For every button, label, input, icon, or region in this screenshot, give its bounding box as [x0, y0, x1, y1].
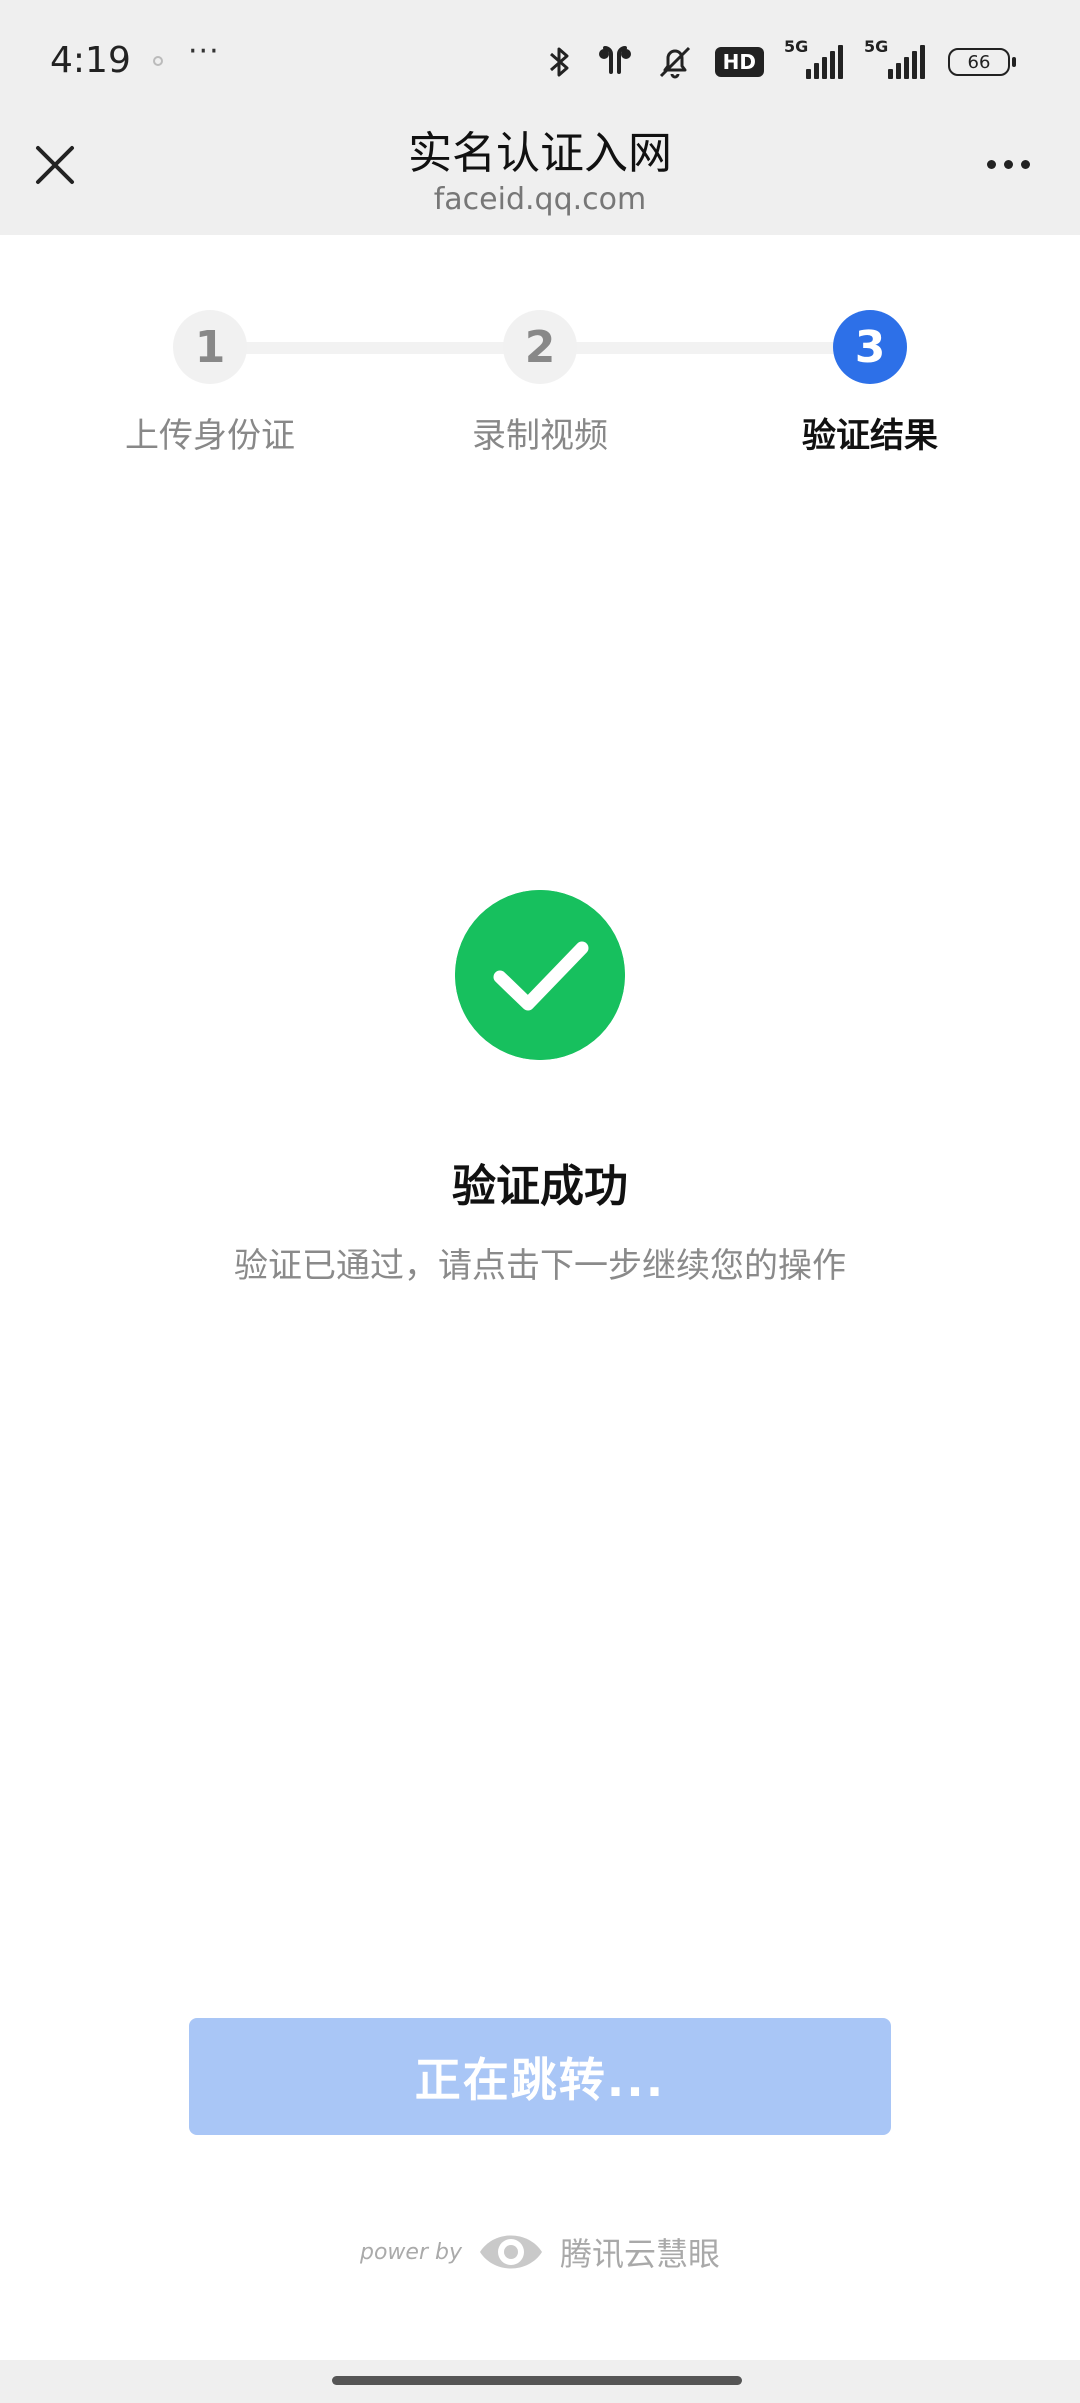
status-icons: HD 5G 5G 66	[545, 37, 1016, 82]
more-dot	[1021, 160, 1030, 169]
earbuds-icon	[598, 46, 631, 74]
more-dot	[1004, 160, 1013, 169]
status-time: 4:19	[50, 40, 131, 81]
progress-steps: 1 2 3 上传身份证 录制视频 验证结果	[0, 300, 1080, 470]
step-3-number: 3	[833, 310, 907, 384]
brand-name: 腾讯云慧眼	[559, 2235, 720, 2273]
step-connector	[210, 342, 540, 354]
more-options-icon[interactable]	[987, 160, 1030, 169]
power-by-label: power by	[360, 2239, 462, 2265]
result-title: 验证成功	[452, 1161, 628, 1212]
status-more-icon: ···	[188, 34, 220, 69]
signal-5g-2-icon: 5G	[864, 37, 928, 79]
result-description: 验证已通过，请点击下一步继续您的操作	[234, 1246, 846, 1286]
step-1-number: 1	[173, 310, 247, 384]
footer-branding: power by 腾讯云慧眼	[0, 2220, 1080, 2284]
hd-badge: HD	[714, 47, 764, 77]
success-check-icon	[455, 890, 625, 1060]
home-indicator[interactable]	[332, 2376, 742, 2385]
tencent-faceid-logo-icon	[479, 2235, 542, 2269]
page-domain: faceid.qq.com	[433, 182, 647, 217]
step-2-label: 录制视频	[472, 416, 608, 456]
redirecting-button[interactable]: 正在跳转...	[189, 2018, 891, 2135]
signal-5g-1-icon: 5G	[784, 37, 844, 79]
step-3-label: 验证结果	[802, 416, 938, 456]
bluetooth-icon	[549, 47, 569, 77]
page-title: 实名认证入网	[408, 128, 672, 179]
more-dot	[987, 160, 996, 169]
mute-bell-icon	[659, 46, 690, 79]
status-bar: 4:19 ··· HD 5G 5G 66	[0, 0, 1080, 120]
step-1-label: 上传身份证	[125, 416, 295, 456]
notification-dot-icon	[153, 56, 163, 66]
step-connector	[540, 342, 870, 354]
step-2-number: 2	[503, 310, 577, 384]
battery-icon: 66	[948, 48, 1016, 76]
